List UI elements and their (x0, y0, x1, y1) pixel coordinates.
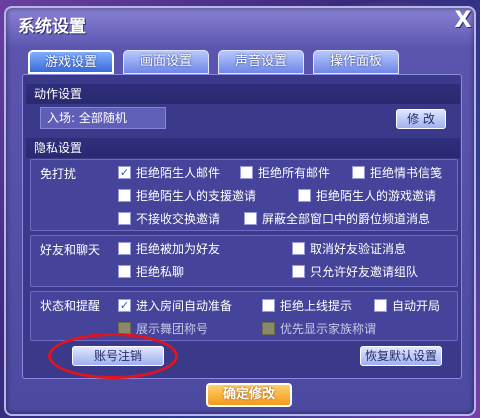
checkbox-reject-stranger-mail[interactable]: ✓ (118, 165, 131, 179)
option-label: 展示舞团称号 (136, 321, 209, 336)
privacy-settings-header: 隐私设置 (26, 138, 460, 158)
option-reject-stranger-mail[interactable]: ✓ 拒绝陌生人邮件 (118, 164, 220, 180)
option-auto-ready[interactable]: ✓ 进入房间自动准备 (118, 297, 232, 313)
checkbox-reject-private-chat[interactable] (118, 264, 131, 278)
option-reject-stranger-support[interactable]: 拒绝陌生人的支援邀请 (118, 187, 256, 203)
checkbox-reject-stranger-support[interactable] (118, 188, 131, 202)
option-label: 拒绝陌生人的游戏邀请 (316, 188, 437, 203)
option-label: 自动开局 (392, 298, 441, 313)
checkbox-friends-only-team-invite[interactable] (292, 264, 305, 278)
option-cancel-friend-verify[interactable]: 取消好友验证消息 (292, 240, 406, 256)
action-settings-header: 动作设置 (26, 84, 460, 104)
option-reject-private-chat[interactable]: 拒绝私聊 (118, 263, 184, 279)
option-label: 拒绝所有邮件 (258, 165, 331, 180)
option-reject-friend-add[interactable]: 拒绝被加为好友 (118, 240, 220, 256)
option-label: 取消好友验证消息 (310, 241, 407, 256)
option-label: 只允许好友邀请组队 (310, 264, 419, 279)
status-reminder-label: 状态和提醒 (40, 299, 101, 313)
tab-control-panel[interactable]: 操作面板 (313, 50, 399, 74)
confirm-changes-button[interactable]: 确定修改 (206, 383, 292, 407)
option-reject-online-notice[interactable]: 拒绝上线提示 (262, 297, 352, 313)
option-label: 进入房间自动准备 (136, 298, 233, 313)
entry-animation-field: 入场: 全部随机 (40, 107, 166, 129)
option-label: 拒绝上线提示 (280, 298, 353, 313)
checkbox-prefer-family-title (262, 321, 275, 335)
option-label: 优先显示家族称谓 (280, 321, 377, 336)
checkbox-auto-ready[interactable]: ✓ (118, 298, 131, 312)
option-label: 拒绝陌生人的支援邀请 (136, 188, 257, 203)
friends-chat-label: 好友和聊天 (40, 243, 101, 257)
option-label: 屏蔽全部窗口中的爵位频道消息 (262, 211, 431, 226)
option-label: 拒绝被加为好友 (136, 241, 221, 256)
tab-sound-settings[interactable]: 声音设置 (218, 50, 304, 74)
checkbox-reject-friend-add[interactable] (118, 241, 131, 255)
checkbox-reject-stranger-game-invite[interactable] (298, 188, 311, 202)
option-reject-love-letters[interactable]: 拒绝情书信笺 (352, 164, 442, 180)
red-annotation-ellipse (48, 333, 178, 379)
close-icon[interactable]: X (448, 6, 478, 36)
do-not-disturb-label: 免打扰 (40, 167, 77, 181)
option-no-exchange-invite[interactable]: 不接收交换邀请 (118, 210, 220, 226)
checkbox-cancel-friend-verify[interactable] (292, 241, 305, 255)
checkbox-reject-online-notice[interactable] (262, 298, 275, 312)
option-label: 拒绝陌生人邮件 (136, 165, 221, 180)
restore-defaults-button[interactable]: 恢复默认设置 (360, 346, 442, 366)
option-friends-only-team-invite[interactable]: 只允许好友邀请组队 (292, 263, 418, 279)
option-prefer-family-title: 优先显示家族称谓 (262, 320, 376, 336)
modify-button[interactable]: 修 改 (396, 109, 446, 129)
checkbox-reject-all-mail[interactable] (240, 165, 253, 179)
window-title: 系统设置 (18, 17, 86, 37)
option-label: 拒绝情书信笺 (370, 165, 443, 180)
option-reject-stranger-game-invite[interactable]: 拒绝陌生人的游戏邀请 (298, 187, 436, 203)
tab-display-settings[interactable]: 画面设置 (123, 50, 209, 74)
checkbox-reject-love-letters[interactable] (352, 165, 365, 179)
option-reject-all-mail[interactable]: 拒绝所有邮件 (240, 164, 330, 180)
checkbox-no-exchange-invite[interactable] (118, 211, 131, 225)
option-auto-start[interactable]: 自动开局 (374, 297, 440, 313)
checkbox-auto-start[interactable] (374, 298, 387, 312)
option-block-peerage-channel[interactable]: 屏蔽全部窗口中的爵位频道消息 (244, 210, 430, 226)
option-label: 不接收交换邀请 (136, 211, 221, 226)
option-label: 拒绝私聊 (136, 264, 185, 279)
checkbox-block-peerage-channel[interactable] (244, 211, 257, 225)
tab-game-settings[interactable]: 游戏设置 (28, 50, 114, 74)
